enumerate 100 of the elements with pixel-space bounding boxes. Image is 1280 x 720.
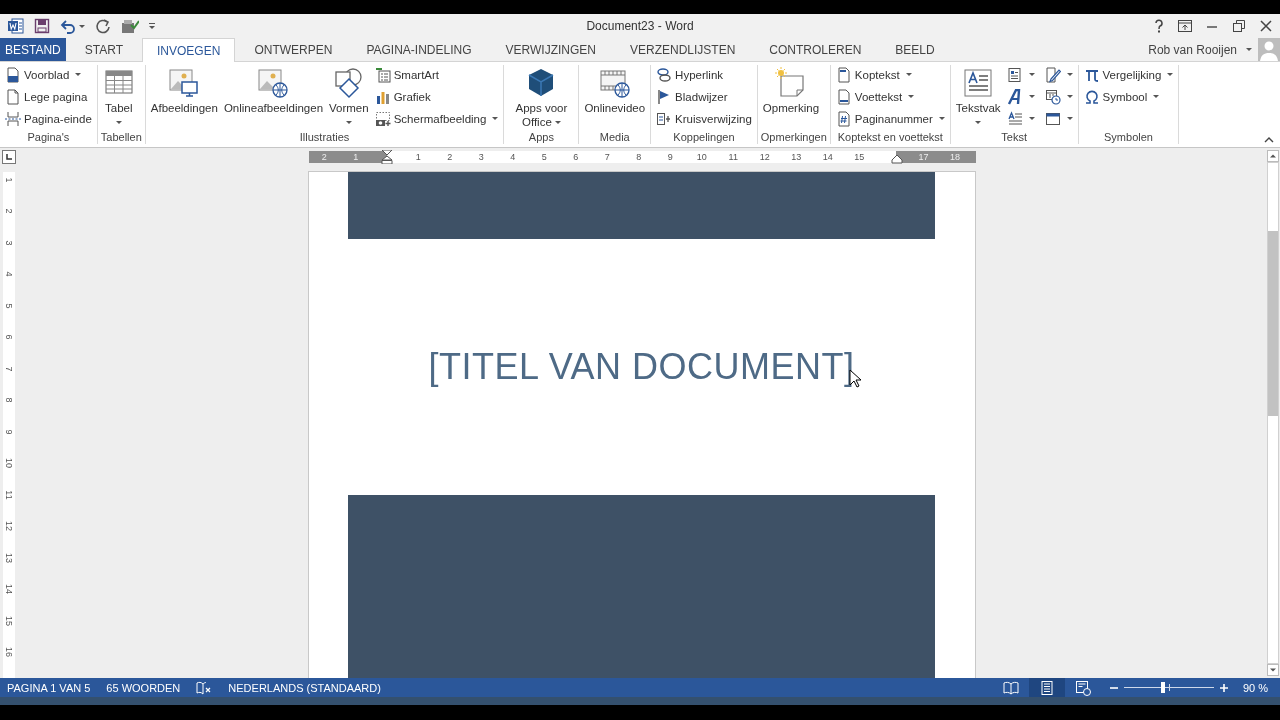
ruler-number: 4 — [509, 151, 517, 163]
undo-icon[interactable] — [60, 18, 76, 34]
tab-selector-icon[interactable] — [2, 150, 16, 164]
ribbon-button[interactable]: Onlineafbeeldingen — [221, 65, 326, 117]
window-title: Document23 - Word — [586, 19, 694, 33]
zoom-level[interactable]: 90 % — [1228, 681, 1280, 694]
ruler-number: 12 — [758, 151, 771, 163]
ribbon-button[interactable]: Afbeeldingen — [148, 65, 220, 117]
indent-marker-icon[interactable] — [380, 150, 393, 164]
zoom-in-icon[interactable] — [1218, 682, 1229, 693]
ribbon-button[interactable]: Pagina-einde — [3, 110, 94, 127]
ruler-number: 6 — [572, 151, 580, 163]
ruler-number: 18 — [949, 151, 961, 163]
ruler-number: 3 — [4, 240, 14, 246]
ribbon-display-icon[interactable] — [1177, 18, 1193, 34]
picture-icon — [168, 67, 201, 99]
ribbon-tab[interactable]: START — [69, 38, 139, 61]
scroll-up-icon[interactable] — [1267, 150, 1279, 162]
ruler-number: 2 — [320, 151, 328, 163]
slider-thumb[interactable] — [1160, 682, 1165, 693]
ribbon-button[interactable]: Onlinevideo — [582, 65, 648, 117]
help-icon[interactable] — [1152, 18, 1166, 34]
ruler-number: 4 — [4, 271, 14, 277]
ribbon-tab[interactable]: VERWIJZINGEN — [490, 38, 611, 61]
ribbon-button[interactable]: Schermafbeelding — [372, 110, 501, 127]
ruler-number: 10 — [4, 458, 14, 469]
globe-picture-icon — [257, 67, 290, 99]
restore-icon[interactable] — [1231, 18, 1247, 34]
group-label: Illustraties — [298, 131, 351, 144]
ribbon-button[interactable]: Voettekst — [833, 88, 947, 105]
ribbon-tab[interactable]: INVOEGEN — [142, 38, 236, 62]
ribbon-button[interactable]: Hyperlink — [654, 66, 754, 83]
vertical-scrollbar[interactable] — [1267, 162, 1279, 664]
ribbon-button[interactable]: Vormen — [327, 65, 371, 129]
ribbon-tab[interactable]: ONTWERPEN — [239, 38, 348, 61]
shapes-icon — [332, 67, 365, 99]
redo-icon[interactable] — [95, 18, 111, 34]
screenshot-icon — [374, 110, 391, 127]
vertical-ruler[interactable]: 1 2 3 4 5 6 7 8 9 10 11 12 13 14 15 16 — [3, 172, 15, 678]
ribbon-button[interactable]: Tabel — [100, 65, 137, 129]
ribbon-button[interactable]: Grafiek — [372, 88, 501, 105]
group-label: Opmerkingen — [760, 131, 827, 144]
ruler-number: 11 — [727, 151, 739, 163]
ribbon-button[interactable]: Paginanummer — [833, 110, 947, 127]
right-indent-marker-icon[interactable] — [890, 154, 903, 164]
document-title[interactable]: [TITEL VAN DOCUMENT] — [428, 346, 855, 388]
scroll-down-icon[interactable] — [1267, 664, 1279, 676]
cross-reference-icon — [656, 110, 673, 127]
ribbon-button[interactable]: Bladwijzer — [654, 88, 754, 105]
ruler-number: 15 — [853, 151, 866, 163]
caret-icon — [1246, 48, 1252, 51]
ribbon-button[interactable]: Symbool — [1081, 88, 1176, 105]
ribbon-button[interactable]: Opmerking — [760, 65, 822, 117]
group-label: Tekst — [1000, 131, 1029, 144]
print-layout-icon[interactable] — [1028, 678, 1065, 697]
proofing-book-icon[interactable] — [196, 680, 213, 695]
ruler-number: 8 — [635, 151, 643, 163]
word-count[interactable]: 65 WOORDEN — [106, 681, 181, 694]
omega-icon — [1083, 88, 1100, 105]
drop-cap-icon — [1006, 110, 1023, 127]
close-icon[interactable] — [1258, 18, 1274, 34]
ribbon-button[interactable]: Vergelijking — [1081, 66, 1176, 83]
comment-icon — [774, 67, 807, 99]
ribbon-button[interactable]: Koptekst — [833, 66, 947, 83]
ribbon-tab[interactable]: BEELD — [880, 38, 950, 61]
ribbon-button[interactable]: Tekstvak — [953, 65, 1003, 129]
ribbon-tab[interactable]: VERZENDLIJSTEN — [615, 38, 751, 61]
object-icon — [1044, 110, 1061, 127]
language-status[interactable]: NEDERLANDS (STANDAARD) — [228, 681, 381, 694]
ribbon-tab[interactable]: CONTROLEREN — [754, 38, 877, 61]
ribbon-button[interactable]: Voorblad — [3, 66, 94, 83]
ribbon-tab[interactable]: BESTAND — [0, 38, 66, 61]
ribbon-button[interactable]: Apps voor Office — [507, 65, 576, 131]
page-icon — [5, 88, 21, 105]
ruler-number: 2 — [446, 151, 454, 163]
ruler-number: 7 — [603, 151, 611, 163]
document-page[interactable]: [TITEL VAN DOCUMENT] — [309, 172, 975, 678]
footer-icon — [835, 88, 852, 105]
word-logo-icon[interactable] — [8, 18, 24, 34]
ruler-number: 17 — [917, 151, 930, 163]
save-icon[interactable] — [34, 18, 50, 34]
page-count[interactable]: PAGINA 1 VAN 5 — [7, 681, 91, 694]
group-label: Symbolen — [1103, 131, 1154, 144]
touch-mode-icon[interactable] — [121, 18, 139, 34]
ruler-number: 15 — [4, 615, 14, 626]
group-label: Media — [598, 131, 631, 144]
user-name[interactable]: Rob van Rooijen — [1148, 42, 1237, 57]
ruler-number: 1 — [352, 151, 360, 163]
ruler-number: 1 — [4, 177, 14, 183]
ribbon-tab[interactable]: PAGINA-INDELING — [351, 38, 487, 61]
page-break-icon — [5, 110, 21, 127]
ribbon-button[interactable]: Kruisverwijzing — [654, 110, 754, 127]
ribbon-button[interactable]: Lege pagina — [3, 88, 94, 105]
ribbon-button[interactable]: SmartArt — [372, 66, 501, 83]
ruler-number: 5 — [540, 151, 548, 163]
header-icon — [835, 66, 852, 83]
group-label: Koppelingen — [672, 131, 736, 144]
collapse-ribbon-icon[interactable] — [1264, 135, 1274, 143]
group-label: Koptekst en voettekst — [836, 131, 944, 144]
customize-toolbar-icon[interactable] — [149, 23, 155, 29]
